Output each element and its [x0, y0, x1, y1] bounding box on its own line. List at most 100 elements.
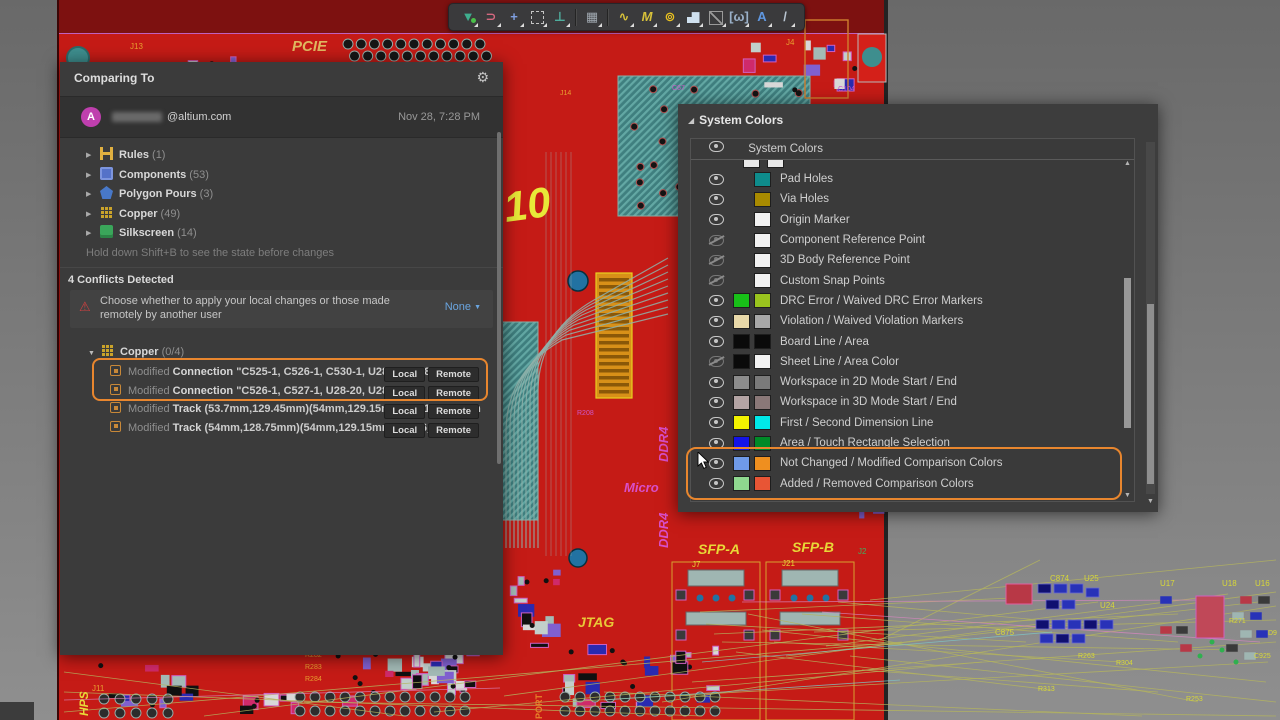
color-swatch-2[interactable] [754, 456, 771, 471]
color-row-via-holes[interactable]: Via Holes [691, 189, 1134, 209]
color-row-pad-holes[interactable]: Pad Holes [691, 169, 1134, 189]
color-swatch-1[interactable] [733, 354, 750, 369]
route-icon[interactable]: ∿ [613, 6, 635, 28]
expand-arrow-icon[interactable]: ▶ [86, 224, 98, 243]
color-swatch-1[interactable] [733, 314, 750, 329]
scroll-thumb[interactable] [1124, 278, 1131, 428]
crosshair-icon[interactable]: + [503, 6, 525, 28]
color-swatch-1[interactable] [733, 375, 750, 390]
color-row-violation-waived-violation-markers[interactable]: Violation / Waived Violation Markers [691, 311, 1134, 331]
color-swatch-1[interactable] [733, 395, 750, 410]
commit-row[interactable]: A @altium.com Nov 28, 7:28 PM [60, 96, 503, 138]
eye-icon[interactable] [709, 438, 724, 449]
color-swatch-2[interactable] [754, 375, 771, 390]
eye-icon[interactable] [709, 194, 724, 205]
tree-item-copper[interactable]: ▶Copper (49) [86, 205, 493, 225]
scroll-down-icon[interactable]: ▼ [1146, 498, 1155, 505]
dimension-icon[interactable] [705, 6, 727, 28]
filter-icon[interactable]: ▼ [457, 6, 479, 28]
list-scrollbar[interactable]: ▲ ▼ [1122, 160, 1133, 499]
color-row-board-line-area[interactable]: Board Line / Area [691, 331, 1134, 351]
remote-button[interactable]: Remote [428, 404, 479, 419]
color-group-row[interactable]: System Colors [691, 139, 1134, 160]
scroll-up-icon[interactable]: ▲ [1122, 160, 1133, 167]
tree-item-polygon-pours[interactable]: ▶Polygon Pours (3) [86, 185, 493, 205]
color-swatch-2[interactable] [754, 354, 771, 369]
color-swatch-1[interactable] [733, 436, 750, 451]
eye-off-icon[interactable] [709, 275, 724, 286]
line-icon[interactable]: / [774, 6, 796, 28]
color-swatch-2[interactable] [754, 395, 771, 410]
panel-scrollbar[interactable] [497, 132, 501, 464]
eye-icon[interactable] [709, 458, 724, 469]
eye-icon[interactable] [709, 336, 724, 347]
eye-off-icon[interactable] [709, 356, 724, 367]
diff-pair-route-icon[interactable]: M [636, 6, 658, 28]
color-swatch-2[interactable] [754, 293, 771, 308]
color-row-added-removed-comparison-colors[interactable]: Added / Removed Comparison Colors [691, 473, 1134, 493]
color-swatch-2[interactable] [754, 273, 771, 288]
expand-arrow-icon[interactable]: ▶ [86, 146, 98, 165]
color-swatch-2[interactable] [754, 334, 771, 349]
magnet-icon[interactable]: ⊃ [480, 6, 502, 28]
eye-icon[interactable] [709, 377, 724, 388]
tree-item-components[interactable]: ▶Components (53) [86, 166, 493, 186]
color-swatch-2[interactable] [754, 476, 771, 491]
color-swatch-2[interactable] [754, 192, 771, 207]
color-row-origin-marker[interactable]: Origin Marker [691, 210, 1134, 230]
eye-icon[interactable] [709, 316, 724, 327]
text-icon[interactable]: A [751, 6, 773, 28]
local-button[interactable]: Local [384, 423, 425, 438]
local-button[interactable]: Local [384, 386, 425, 401]
gear-icon[interactable]: ⚙ [476, 69, 489, 86]
tree-item-silkscreen[interactable]: ▶Silkscreen (14) [86, 224, 493, 244]
copper-conflict-group[interactable]: ▼Copper (0/4) [88, 344, 184, 358]
color-row-workspace-in-3d-mode-start-end[interactable]: Workspace in 3D Mode Start / End [691, 392, 1134, 412]
color-swatch-1[interactable] [733, 334, 750, 349]
color-swatch-2[interactable] [754, 314, 771, 329]
color-row-custom-snap-points[interactable]: Custom Snap Points [691, 270, 1134, 290]
expand-arrow-icon[interactable]: ▶ [86, 205, 98, 224]
remote-button[interactable]: Remote [428, 423, 479, 438]
resolution-dropdown[interactable]: None ▼ [445, 301, 481, 313]
color-swatch-2[interactable] [754, 172, 771, 187]
color-swatch-2[interactable] [754, 212, 771, 227]
tree-item-rules[interactable]: ▶Rules (1) [86, 146, 493, 166]
scroll-thumb[interactable] [1147, 304, 1154, 484]
eye-off-icon[interactable] [709, 255, 724, 266]
expand-arrow-icon[interactable]: ▶ [86, 166, 98, 185]
eye-icon[interactable] [709, 141, 724, 152]
color-row-drc-error-waived-drc-error-markers[interactable]: DRC Error / Waived DRC Error Markers [691, 291, 1134, 311]
color-swatch-2[interactable] [754, 415, 771, 430]
eye-icon[interactable] [709, 174, 724, 185]
remote-button[interactable]: Remote [428, 367, 479, 382]
color-row-sheet-line-area-color[interactable]: Sheet Line / Area Color [691, 352, 1134, 372]
eye-icon[interactable] [709, 214, 724, 225]
color-swatch-2[interactable] [754, 436, 771, 451]
color-swatch-2[interactable] [754, 233, 771, 248]
eye-icon[interactable] [709, 417, 724, 428]
selection-box-icon[interactable] [526, 6, 548, 28]
color-row-area-touch-rectangle-selection[interactable]: Area / Touch Rectangle Selection [691, 433, 1134, 453]
color-row-component-reference-point[interactable]: Component Reference Point [691, 230, 1134, 250]
color-swatch-1[interactable] [733, 293, 750, 308]
color-row-3d-body-reference-point[interactable]: 3D Body Reference Point [691, 250, 1134, 270]
color-row-workspace-in-2d-mode-start-end[interactable]: Workspace in 2D Mode Start / End [691, 372, 1134, 392]
remote-button[interactable]: Remote [428, 386, 479, 401]
eye-off-icon[interactable] [709, 235, 724, 246]
local-button[interactable]: Local [384, 367, 425, 382]
measure-icon[interactable]: [ω] [728, 6, 750, 28]
alignment-icon[interactable]: ⊥ [549, 6, 571, 28]
color-row-first-second-dimension-line[interactable]: First / Second Dimension Line [691, 413, 1134, 433]
via-icon[interactable]: ⊚ [659, 6, 681, 28]
color-swatch-1[interactable] [733, 476, 750, 491]
component-icon[interactable]: ▦ [581, 6, 603, 28]
eye-icon[interactable] [709, 397, 724, 408]
section-header-system-colors[interactable]: ◢System Colors [688, 113, 783, 127]
color-swatch-1[interactable] [733, 456, 750, 471]
eye-icon[interactable] [709, 478, 724, 489]
scroll-down-icon[interactable]: ▼ [1122, 492, 1133, 499]
color-swatch-2[interactable] [754, 253, 771, 268]
eye-icon[interactable] [709, 295, 724, 306]
local-button[interactable]: Local [384, 404, 425, 419]
